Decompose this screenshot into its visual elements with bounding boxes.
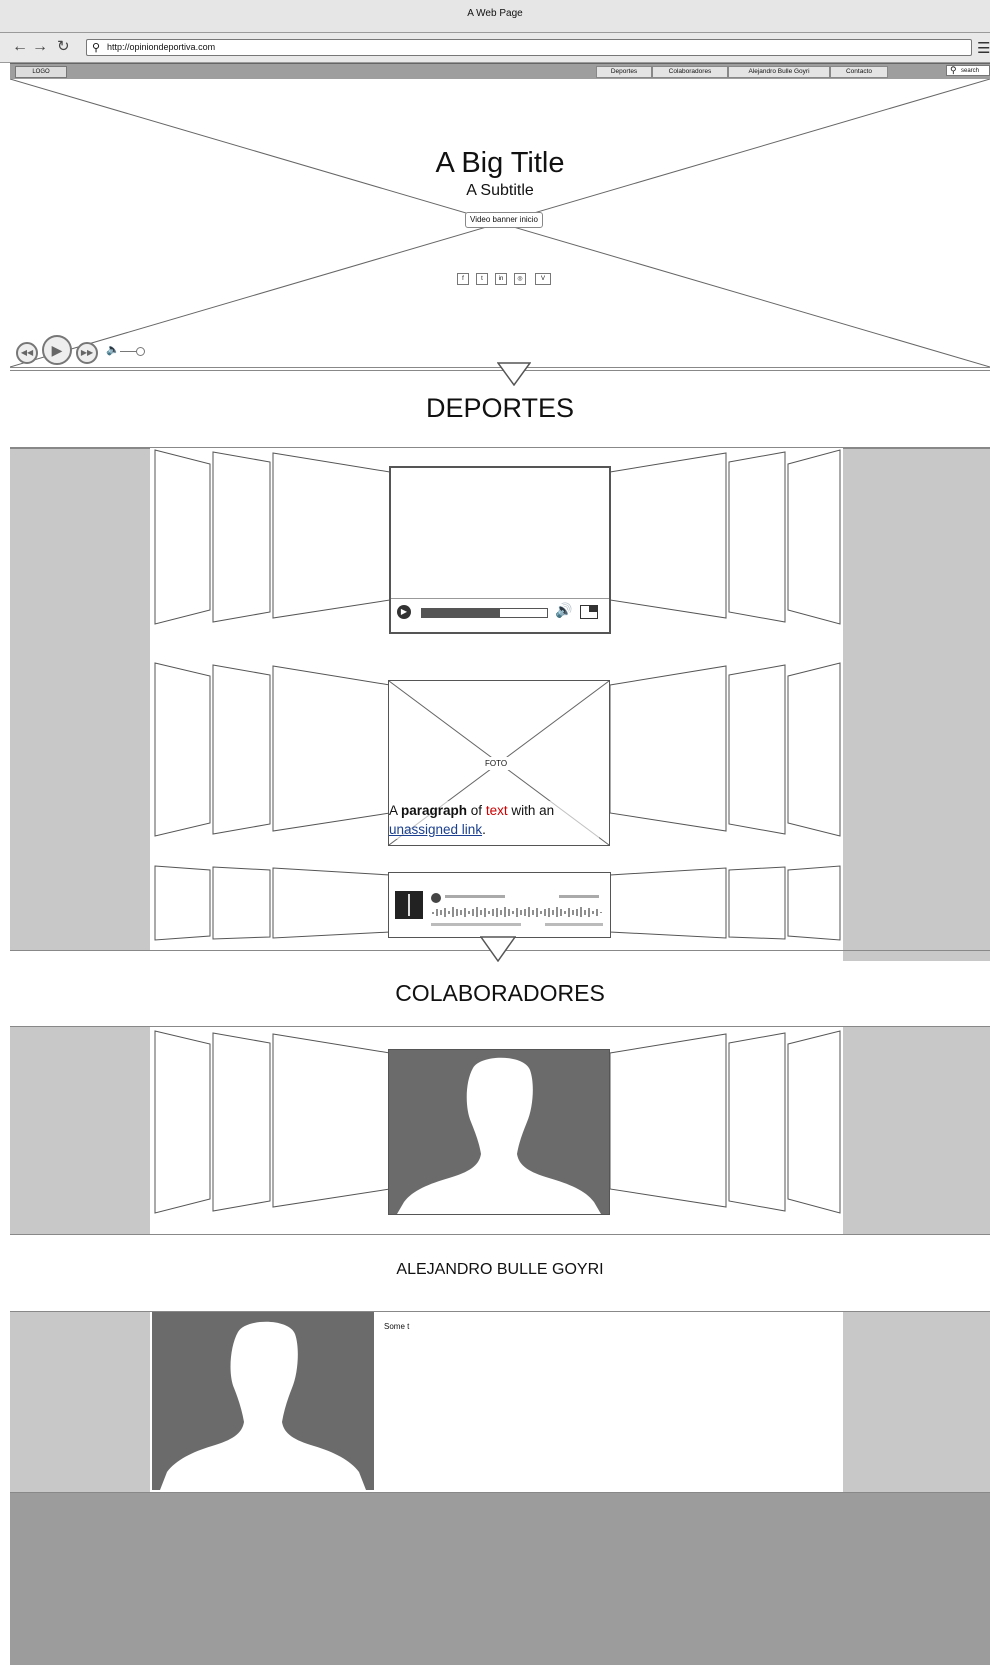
track-title [445, 895, 505, 898]
search-placeholder: search [961, 68, 980, 74]
footer [10, 1493, 990, 1665]
profile-content: Some t [150, 1312, 843, 1492]
audio-player-widget[interactable] [388, 872, 611, 938]
twitter-icon[interactable]: t [476, 273, 488, 285]
video-progress-bar[interactable] [421, 608, 548, 618]
video-banner-button[interactable]: Video banner inicio [465, 212, 543, 228]
section-heading-colaboradores: COLABORADORES [395, 980, 605, 1006]
nav-item-colaboradores[interactable]: Colaboradores [652, 66, 728, 78]
forward-arrow-icon[interactable]: → [32, 37, 48, 57]
paragraph-text: of [467, 803, 486, 818]
photo-label: FOTO [482, 757, 511, 770]
paragraph-text: with an [507, 803, 555, 818]
side-panel-left [10, 448, 150, 951]
scroll-down-arrow-icon[interactable] [497, 362, 531, 386]
deportes-carousel-area: ▶ 🔊 FOTO A paragraph of text with an una… [150, 448, 843, 950]
url-text: http://opiniondeportiva.com [107, 42, 216, 52]
paragraph-bold: paragraph [401, 803, 468, 818]
person-silhouette-icon [160, 1321, 366, 1490]
menu-icon[interactable]: ☰ [977, 39, 990, 57]
person-silhouette-icon [397, 1057, 601, 1214]
scroll-down-arrow-icon[interactable] [480, 936, 516, 962]
fast-forward-icon[interactable]: ▶▶ [76, 342, 98, 364]
divider [10, 1234, 990, 1235]
side-panel-left [10, 1027, 150, 1234]
paragraph-red-text: text [485, 803, 508, 818]
profile-photo [152, 1312, 374, 1490]
album-thumbnail [395, 891, 423, 919]
play-icon[interactable] [431, 893, 441, 903]
volume-slider-handle[interactable] [136, 347, 145, 356]
instagram-icon[interactable]: ◎ [514, 273, 526, 285]
audio-waveform[interactable] [431, 906, 603, 918]
window-title: A Web Page [467, 8, 523, 19]
hero-title: A Big Title [435, 147, 565, 179]
reload-icon[interactable]: ↻ [57, 37, 70, 57]
url-field[interactable]: ⚲ http://opiniondeportiva.com [86, 39, 972, 56]
divider [391, 598, 609, 599]
linkedin-icon[interactable]: in [495, 273, 507, 285]
hero-video-banner[interactable]: A Big Title A Subtitle Video banner inic… [10, 79, 990, 367]
volume-icon[interactable]: 🔊 [555, 602, 572, 619]
track-footer [431, 923, 521, 926]
fullscreen-icon[interactable] [580, 605, 598, 619]
rewind-icon[interactable]: ◀◀ [16, 342, 38, 364]
paragraph: A paragraph of text with an unassigned l… [389, 801, 599, 839]
window-titlebar: A Web Page [0, 0, 990, 33]
facebook-icon[interactable]: f [457, 273, 469, 285]
photo-placeholder[interactable]: FOTO A paragraph of text with an unassig… [388, 680, 610, 846]
video-progress-fill [422, 609, 500, 617]
play-icon[interactable]: ▶ [397, 605, 411, 619]
paragraph-text: A [389, 803, 402, 818]
volume-icon: 🔈 [106, 344, 120, 356]
track-footer [545, 923, 603, 926]
nav-item-alejandro[interactable]: Alejandro Bulle Goyri [728, 66, 830, 78]
profile-heading: ALEJANDRO BULLE GOYRI [396, 1261, 604, 1278]
video-player[interactable]: ▶ 🔊 [389, 466, 611, 634]
search-icon: ⚲ [950, 65, 957, 75]
nav-item-contacto[interactable]: Contacto [830, 66, 888, 78]
search-input[interactable]: ⚲ search [946, 65, 990, 76]
play-icon[interactable]: ▶ [42, 335, 72, 365]
browser-toolbar: ← → ↻ ⚲ http://opiniondeportiva.com ☰ [0, 33, 990, 63]
track-meta [559, 895, 599, 898]
paragraph-text: . [482, 822, 486, 837]
logo[interactable]: LOGO [15, 66, 67, 78]
nav-item-deportes[interactable]: Deportes [596, 66, 652, 78]
side-panel-right [843, 1312, 990, 1492]
back-arrow-icon[interactable]: ← [12, 37, 28, 57]
unassigned-link[interactable]: unassigned link [389, 822, 482, 837]
vimeo-icon[interactable]: V [535, 273, 551, 285]
side-panel-left [10, 1312, 150, 1492]
colaboradores-carousel-area [150, 1027, 843, 1234]
site-navbar: LOGO Deportes Colaboradores Alejandro Bu… [10, 63, 990, 80]
hero-subtitle: A Subtitle [466, 182, 534, 199]
collaborator-photo[interactable] [388, 1049, 610, 1215]
section-heading-deportes: DEPORTES [425, 393, 575, 423]
side-panel-right [843, 1027, 990, 1234]
search-icon: ⚲ [92, 42, 101, 54]
side-panel-right [843, 448, 990, 961]
profile-text: Some t [384, 1322, 410, 1331]
